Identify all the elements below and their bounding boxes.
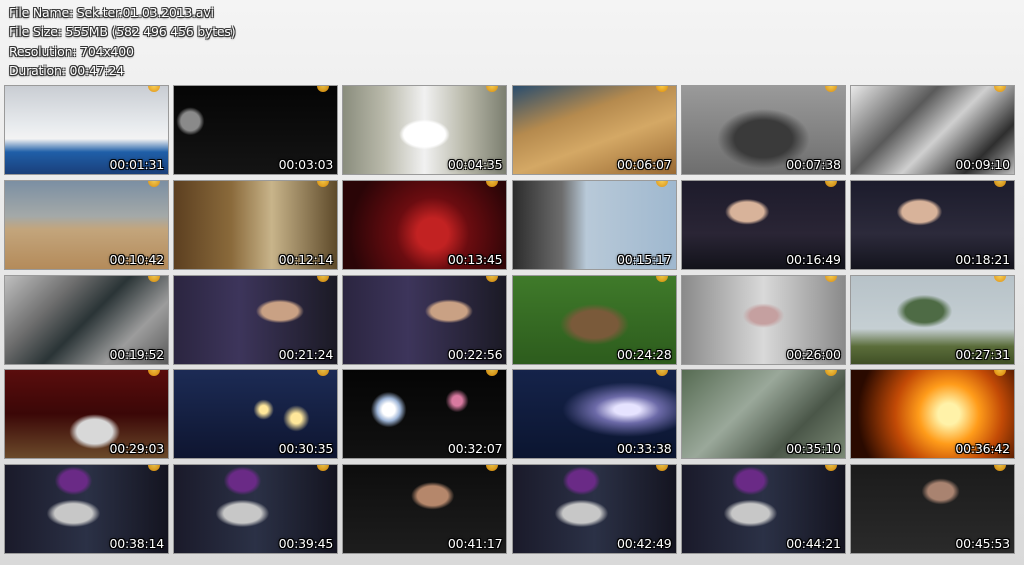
thumbnail-presenter-galaxy[interactable]: 00:33:38 (511, 369, 677, 460)
duration: Duration: 00:47:24 (9, 63, 125, 79)
thumbnail-jungle-temple[interactable]: 00:24:28 (511, 274, 677, 365)
thumbnail-man-in-winter-snow[interactable]: 00:01:31 (4, 85, 169, 175)
thumbnail-rubble-green[interactable]: 00:35:10 (680, 369, 846, 460)
thumbnail-candles-night[interactable]: 00:30:35 (173, 369, 339, 460)
thumbnail-dark-lights[interactable]: 00:32:07 (342, 369, 508, 460)
thumbnail-interview-man-2[interactable]: 00:18:21 (849, 179, 1015, 270)
thumbnail-interview-man-4[interactable]: 00:22:56 (342, 274, 508, 365)
thumbnail-compass-on-table[interactable]: 00:29:03 (4, 369, 169, 460)
timestamp: 00:04:35 (447, 157, 503, 172)
file-info: File Name: Sek.ter.01.03.2013.avi File S… (9, 3, 236, 81)
thumbnail-explosion-fire[interactable]: 00:36:42 (849, 369, 1015, 460)
file-size: File Size: 555MB (582 496 456 bytes) (9, 24, 236, 40)
timestamp: 00:44:21 (786, 536, 841, 552)
thumbnail-priest-interview-3[interactable]: 00:42:49 (511, 464, 677, 555)
thumbnail-dark-space-asteroid[interactable]: 00:03:03 (173, 85, 339, 175)
channel-logo-icon (655, 275, 668, 282)
timestamp: 00:19:52 (109, 346, 164, 362)
timestamp: 00:39:45 (278, 536, 334, 552)
timestamp: 00:41:17 (447, 536, 503, 552)
thumbnail-rock-texture[interactable]: 00:19:52 (4, 274, 169, 365)
timestamp: 00:32:07 (447, 441, 503, 457)
thumbnail-tree-field[interactable]: 00:27:31 (849, 274, 1015, 365)
timestamp: 00:18:21 (955, 251, 1010, 267)
thumbnail-woman-interview[interactable]: 00:41:17 (342, 464, 508, 555)
thumbnail-hands-holding-paper[interactable]: 00:04:35 (342, 85, 508, 175)
timestamp: 00:09:10 (955, 157, 1010, 172)
thumbnail-interview-man-3[interactable]: 00:21:24 (173, 274, 339, 365)
thumbnail-priest-interview-2[interactable]: 00:39:45 (173, 464, 339, 555)
timestamp: 00:22:56 (447, 346, 503, 362)
timestamp: 00:33:38 (617, 441, 672, 457)
timestamp: 00:13:45 (447, 251, 503, 267)
thumbnail-space-capsules[interactable]: 00:15:17 (511, 179, 677, 270)
timestamp: 00:06:07 (617, 157, 672, 172)
timestamp: 00:15:17 (617, 251, 672, 267)
thumbnail-ancient-city-model[interactable]: 00:06:07 (511, 85, 677, 175)
timestamp: 00:03:03 (278, 157, 334, 172)
thumbnail-red-planet-surface[interactable]: 00:13:45 (342, 179, 508, 270)
thumbnail-aerial-crater-bw[interactable]: 00:07:38 (680, 85, 846, 175)
thumbnail-priest-interview-4[interactable]: 00:44:21 (680, 464, 846, 555)
timestamp: 00:30:35 (278, 441, 334, 457)
timestamp: 00:16:49 (786, 251, 841, 267)
thumbnail-grid: 00:01:31 00:03:03 00:04:35 00:06:07 00:07:38… (4, 85, 1020, 555)
timestamp: 00:26:00 (786, 346, 841, 362)
timestamp: 00:07:38 (786, 157, 841, 172)
thumbnail-priest-interview-1[interactable]: 00:38:14 (4, 464, 169, 555)
resolution: Resolution: 704x400 (9, 43, 134, 59)
timestamp: 00:01:31 (109, 157, 164, 172)
timestamp: 00:42:49 (617, 536, 672, 552)
thumbnail-temple-statue[interactable]: 00:26:00 (680, 274, 846, 365)
thumbnail-excavation-bw[interactable]: 00:09:10 (849, 85, 1015, 175)
file-name: File Name: Sek.ter.01.03.2013.avi (9, 5, 214, 20)
thumbnail-cave-palm-trees[interactable]: 00:12:14 (173, 179, 339, 270)
timestamp: 00:10:42 (109, 251, 164, 267)
timestamp: 00:21:24 (278, 346, 334, 362)
timestamp: 00:36:42 (955, 441, 1010, 457)
timestamp: 00:35:10 (786, 441, 841, 457)
thumbnail-interview-man-1[interactable]: 00:16:49 (680, 179, 846, 270)
timestamp: 00:12:14 (278, 251, 334, 267)
thumbnail-desert-dust-storm[interactable]: 00:10:42 (4, 179, 169, 270)
timestamp: 00:24:28 (617, 346, 672, 362)
timestamp: 00:38:14 (109, 536, 164, 552)
thumbnail-man-interview-dark[interactable]: 00:45:53 (849, 464, 1015, 555)
timestamp: 00:45:53 (955, 536, 1010, 552)
timestamp: 00:29:03 (109, 441, 164, 457)
timestamp: 00:27:31 (955, 346, 1010, 362)
